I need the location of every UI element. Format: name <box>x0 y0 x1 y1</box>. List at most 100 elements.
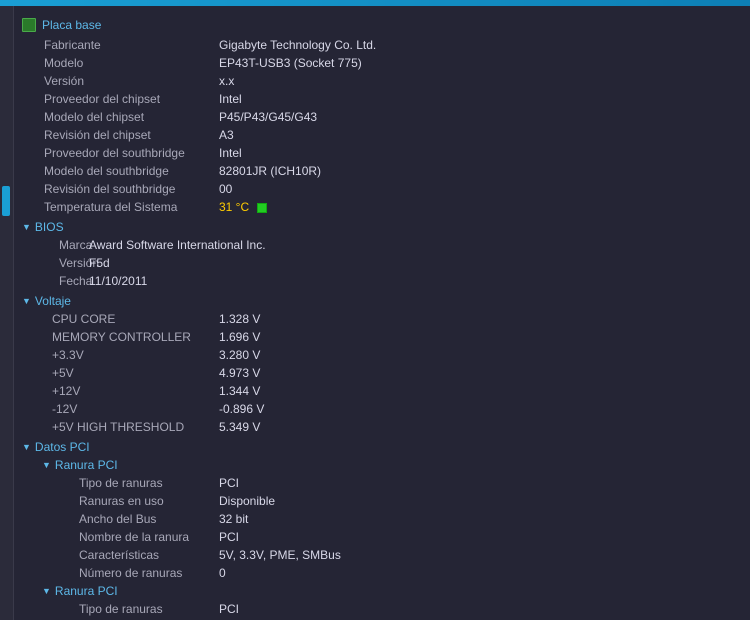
field-value: P45/P43/G45/G43 <box>219 109 740 125</box>
datos-pci-arrow-icon: ▼ <box>22 442 31 452</box>
sidebar <box>0 6 14 620</box>
motherboard-title: Placa base <box>42 18 101 32</box>
pci-slot-2: ▼ Ranura PCI Tipo de ranuras PCI Ranuras… <box>14 582 750 620</box>
field-value: x.x <box>219 73 740 89</box>
field-label: Temperatura del Sistema <box>24 199 219 215</box>
datos-pci-header[interactable]: ▼ Datos PCI <box>14 438 750 456</box>
table-row: Modelo del southbridge 82801JR (ICH10R) <box>24 162 740 180</box>
field-label: Revisión del southbridge <box>24 181 219 197</box>
pci-value: 0 <box>219 565 226 581</box>
datos-pci-subsection: ▼ Datos PCI ▼ Ranura PCI Tipo de ranuras… <box>14 438 750 620</box>
field-value: Intel <box>219 145 740 161</box>
field-value: Intel <box>219 91 740 107</box>
pci-slot-1: ▼ Ranura PCI Tipo de ranuras PCI Ranuras… <box>14 456 750 582</box>
temp-indicator-icon <box>257 203 267 213</box>
table-row: MEMORY CONTROLLER 1.696 V <box>24 328 740 346</box>
field-value: 00 <box>219 181 740 197</box>
bios-value: 11/10/2011 <box>89 273 147 289</box>
table-row: Nombre de la ranura PCI <box>24 528 740 546</box>
table-row: CPU CORE 1.328 V <box>24 310 740 328</box>
pci-value: PCI <box>219 475 239 491</box>
pci-label: Ranuras en uso <box>24 493 219 509</box>
field-value: Gigabyte Technology Co. Ltd. <box>219 37 740 53</box>
voltage-label: +5V <box>24 365 219 381</box>
bios-arrow-icon: ▼ <box>22 222 31 232</box>
pci-label: Tipo de ranuras <box>24 475 219 491</box>
table-row: Marca Award Software International Inc. <box>24 236 740 254</box>
table-row: Versión F5d <box>24 254 740 272</box>
motherboard-info-table: Fabricante Gigabyte Technology Co. Ltd. … <box>14 36 750 216</box>
voltage-label: MEMORY CONTROLLER <box>24 329 219 345</box>
pci-value: PCI <box>219 529 239 545</box>
table-row: Proveedor del chipset Intel <box>24 90 740 108</box>
bios-value: Award Software International Inc. <box>89 237 266 253</box>
motherboard-section-header[interactable]: Placa base <box>14 14 750 36</box>
field-label: Proveedor del chipset <box>24 91 219 107</box>
voltage-value: -0.896 V <box>219 401 264 417</box>
table-row: -12V -0.896 V <box>24 400 740 418</box>
field-label: Versión <box>24 73 219 89</box>
pci-value: Disponible <box>219 493 275 509</box>
table-row: +5V 4.973 V <box>24 364 740 382</box>
motherboard-icon <box>22 18 36 32</box>
voltaje-title: Voltaje <box>35 294 71 308</box>
bios-value: F5d <box>89 255 110 271</box>
field-label: Modelo <box>24 55 219 71</box>
table-row: Fabricante Gigabyte Technology Co. Ltd. <box>24 36 740 54</box>
table-row: Tipo de ranuras PCI <box>24 474 740 492</box>
voltage-label: -12V <box>24 401 219 417</box>
table-row: Ranuras en uso Disponible <box>24 492 740 510</box>
pci-slot-2-arrow-icon: ▼ <box>42 586 51 596</box>
table-row: +12V 1.344 V <box>24 382 740 400</box>
pci-label: Nombre de la ranura <box>24 529 219 545</box>
voltage-value: 3.280 V <box>219 347 260 363</box>
voltaje-arrow-icon: ▼ <box>22 296 31 306</box>
pci-label: Número de ranuras <box>24 565 219 581</box>
pci-slot-2-header[interactable]: ▼ Ranura PCI <box>24 582 740 600</box>
bios-label: Marca <box>24 237 89 253</box>
field-value: A3 <box>219 127 740 143</box>
pci-value: PCI <box>219 601 239 617</box>
sidebar-indicator <box>2 186 10 216</box>
window-area: Placa base Fabricante Gigabyte Technolog… <box>0 6 750 620</box>
voltage-value: 1.696 V <box>219 329 260 345</box>
pci-value: 32 bit <box>219 511 248 527</box>
pci-label: Características <box>24 547 219 563</box>
table-row: Modelo EP43T-USB3 (Socket 775) <box>24 54 740 72</box>
voltage-value: 1.344 V <box>219 383 260 399</box>
table-row: Ancho del Bus 32 bit <box>24 510 740 528</box>
voltage-value: 5.349 V <box>219 419 260 435</box>
voltaje-header[interactable]: ▼ Voltaje <box>14 292 750 310</box>
voltage-label: +12V <box>24 383 219 399</box>
field-label: Proveedor del southbridge <box>24 145 219 161</box>
table-row: Proveedor del southbridge Intel <box>24 144 740 162</box>
bios-subsection: ▼ BIOS Marca Award Software Internationa… <box>14 218 750 290</box>
bios-rows: Marca Award Software International Inc. … <box>14 236 750 290</box>
table-row: Número de ranuras 0 <box>24 564 740 582</box>
table-row: Revisión del chipset A3 <box>24 126 740 144</box>
pci-label: Tipo de ranuras <box>24 601 219 617</box>
pci-slot-2-title: Ranura PCI <box>55 584 118 598</box>
pci-label: Ancho del Bus <box>24 511 219 527</box>
temp-value: 31 °C <box>219 200 249 214</box>
table-row: Versión x.x <box>24 72 740 90</box>
table-row: Modelo del chipset P45/P43/G45/G43 <box>24 108 740 126</box>
pci-slot-1-header[interactable]: ▼ Ranura PCI <box>24 456 740 474</box>
bios-header[interactable]: ▼ BIOS <box>14 218 750 236</box>
main-content: Placa base Fabricante Gigabyte Technolog… <box>14 6 750 620</box>
field-value: EP43T-USB3 (Socket 775) <box>219 55 740 71</box>
table-row: +5V HIGH THRESHOLD 5.349 V <box>24 418 740 436</box>
pci-slot-1-title: Ranura PCI <box>55 458 118 472</box>
field-label: Revisión del chipset <box>24 127 219 143</box>
field-label: Fabricante <box>24 37 219 53</box>
pci-slot-1-arrow-icon: ▼ <box>42 460 51 470</box>
field-label: Modelo del chipset <box>24 109 219 125</box>
bios-label: Fecha <box>24 273 89 289</box>
datos-pci-title: Datos PCI <box>35 440 90 454</box>
table-row: Fecha 11/10/2011 <box>24 272 740 290</box>
field-value: 82801JR (ICH10R) <box>219 163 740 179</box>
field-value-temp: 31 °C <box>219 199 740 215</box>
table-row: Características 5V, 3.3V, PME, SMBus <box>24 546 740 564</box>
bios-title: BIOS <box>35 220 64 234</box>
voltage-value: 1.328 V <box>219 311 260 327</box>
